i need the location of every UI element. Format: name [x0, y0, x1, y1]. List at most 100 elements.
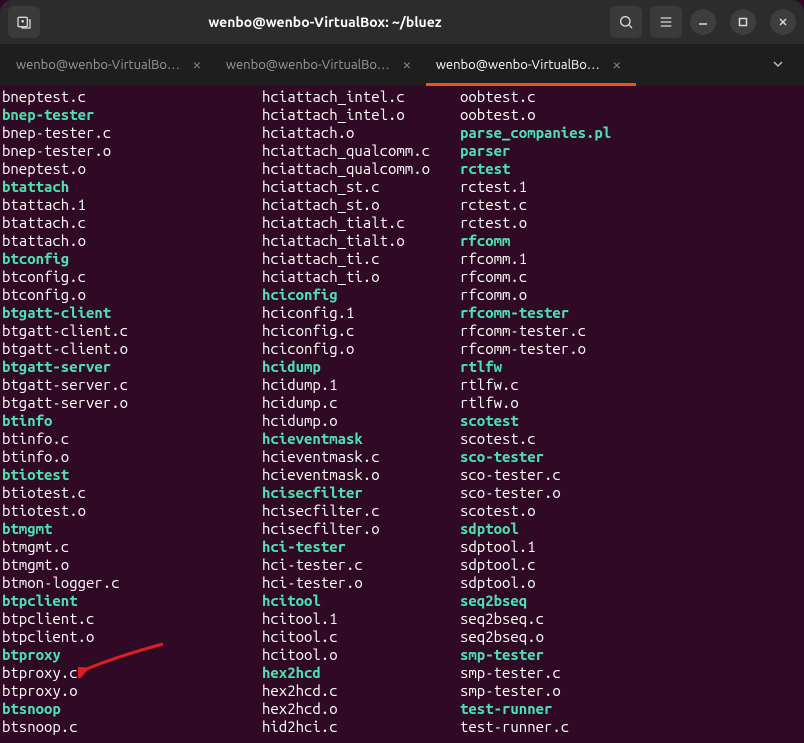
ls-column-1: bneptest.cbnep-testerbnep-tester.cbnep-t…: [2, 88, 262, 736]
file-entry: oobtest.c: [460, 88, 802, 106]
file-entry: rctest.1: [460, 178, 802, 196]
file-entry: btattach: [2, 178, 262, 196]
file-entry: btattach.o: [2, 232, 262, 250]
ls-output: bneptest.cbnep-testerbnep-tester.cbnep-t…: [2, 88, 802, 736]
file-entry: rfcomm-tester: [460, 304, 802, 322]
minimize-button[interactable]: [690, 9, 716, 35]
close-button[interactable]: [770, 9, 796, 35]
close-icon[interactable]: ×: [398, 56, 416, 74]
file-entry: hid2hci.c: [262, 718, 460, 736]
file-entry: hcisecfilter: [262, 484, 460, 502]
file-entry: sdptool: [460, 520, 802, 538]
file-entry: sdptool.1: [460, 538, 802, 556]
file-entry: hciattach_ti.c: [262, 250, 460, 268]
file-entry: sco-tester: [460, 448, 802, 466]
file-entry: sco-tester.c: [460, 466, 802, 484]
file-entry: btiotest.c: [2, 484, 262, 502]
file-entry: btinfo.c: [2, 430, 262, 448]
chevron-down-icon[interactable]: [758, 56, 798, 74]
file-entry: sdptool.o: [460, 574, 802, 592]
file-entry: seq2bseq: [460, 592, 802, 610]
file-entry: rfcomm-tester.c: [460, 322, 802, 340]
file-entry: hcieventmask.o: [262, 466, 460, 484]
file-entry: scotest: [460, 412, 802, 430]
file-entry: rfcomm.c: [460, 268, 802, 286]
file-entry: hciattach_qualcomm.c: [262, 142, 460, 160]
file-entry: hciattach_tialt.o: [262, 232, 460, 250]
file-entry: rfcomm: [460, 232, 802, 250]
file-entry: hci-tester.o: [262, 574, 460, 592]
file-entry: btproxy.o: [2, 682, 262, 700]
new-tab-button[interactable]: [8, 6, 40, 38]
file-entry: sdptool.c: [460, 556, 802, 574]
file-entry: hciattach_tialt.c: [262, 214, 460, 232]
file-entry: btproxy: [2, 646, 262, 664]
file-entry: btconfig: [2, 250, 262, 268]
file-entry: btgatt-server.c: [2, 376, 262, 394]
file-entry: btiotest.o: [2, 502, 262, 520]
file-entry: btpclient.c: [2, 610, 262, 628]
file-entry: rtlfw: [460, 358, 802, 376]
file-entry: btgatt-client.o: [2, 340, 262, 358]
file-entry: btgatt-server: [2, 358, 262, 376]
file-entry: bnep-tester.o: [2, 142, 262, 160]
file-entry: scotest.c: [460, 430, 802, 448]
file-entry: btattach.1: [2, 196, 262, 214]
file-entry: hcitool.c: [262, 628, 460, 646]
search-button[interactable]: [610, 6, 642, 38]
menu-button[interactable]: [650, 6, 682, 38]
file-entry: rctest: [460, 160, 802, 178]
file-entry: parser: [460, 142, 802, 160]
file-entry: sco-tester.o: [460, 484, 802, 502]
file-entry: hcidump: [262, 358, 460, 376]
file-entry: btmgmt.c: [2, 538, 262, 556]
tab-label: wenbo@wenbo-VirtualBo…: [226, 58, 390, 72]
file-entry: hciconfig.o: [262, 340, 460, 358]
file-entry: btconfig.c: [2, 268, 262, 286]
file-entry: btpclient: [2, 592, 262, 610]
file-entry: hcidump.c: [262, 394, 460, 412]
file-entry: hex2hcd.o: [262, 700, 460, 718]
tab-label: wenbo@wenbo-VirtualBo…: [436, 58, 600, 72]
file-entry: hcieventmask: [262, 430, 460, 448]
file-entry: bnep-tester: [2, 106, 262, 124]
tab-label: wenbo@wenbo-VirtualBo…: [16, 58, 180, 72]
file-entry: hcitool.o: [262, 646, 460, 664]
file-entry: btsnoop.c: [2, 718, 262, 736]
file-entry: hciattach_intel.c: [262, 88, 460, 106]
file-entry: hcidump.o: [262, 412, 460, 430]
file-entry: hcieventmask.c: [262, 448, 460, 466]
close-icon[interactable]: ×: [188, 56, 206, 74]
file-entry: hcitool.1: [262, 610, 460, 628]
file-entry: hciconfig: [262, 286, 460, 304]
titlebar: wenbo@wenbo-VirtualBox: ~/bluez: [0, 0, 804, 44]
file-entry: hciattach_ti.o: [262, 268, 460, 286]
maximize-button[interactable]: [730, 9, 756, 35]
tab-2[interactable]: wenbo@wenbo-VirtualBo… ×: [216, 44, 426, 86]
window-title: wenbo@wenbo-VirtualBox: ~/bluez: [48, 14, 602, 30]
terminal-content[interactable]: bneptest.cbnep-testerbnep-tester.cbnep-t…: [0, 86, 804, 743]
file-entry: test-runner.c: [460, 718, 802, 736]
file-entry: hex2hcd.c: [262, 682, 460, 700]
file-entry: rfcomm-tester.o: [460, 340, 802, 358]
tab-1[interactable]: wenbo@wenbo-VirtualBo… ×: [6, 44, 216, 86]
file-entry: parse_companies.pl: [460, 124, 802, 142]
file-entry: seq2bseq.c: [460, 610, 802, 628]
close-icon[interactable]: ×: [608, 56, 626, 74]
tab-3[interactable]: wenbo@wenbo-VirtualBo… ×: [426, 44, 636, 86]
file-entry: bneptest.c: [2, 88, 262, 106]
file-entry: hciattach_intel.o: [262, 106, 460, 124]
file-entry: hciconfig.1: [262, 304, 460, 322]
file-entry: smp-tester.c: [460, 664, 802, 682]
file-entry: btmon-logger.c: [2, 574, 262, 592]
file-entry: bnep-tester.c: [2, 124, 262, 142]
file-entry: hcitool: [262, 592, 460, 610]
file-entry: btsnoop: [2, 700, 262, 718]
file-entry: btproxy.c: [2, 664, 262, 682]
file-entry: hcidump.1: [262, 376, 460, 394]
file-entry: btconfig.o: [2, 286, 262, 304]
file-entry: hciattach_st.c: [262, 178, 460, 196]
tab-bar: wenbo@wenbo-VirtualBo… × wenbo@wenbo-Vir…: [0, 44, 804, 86]
file-entry: scotest.o: [460, 502, 802, 520]
file-entry: seq2bseq.o: [460, 628, 802, 646]
